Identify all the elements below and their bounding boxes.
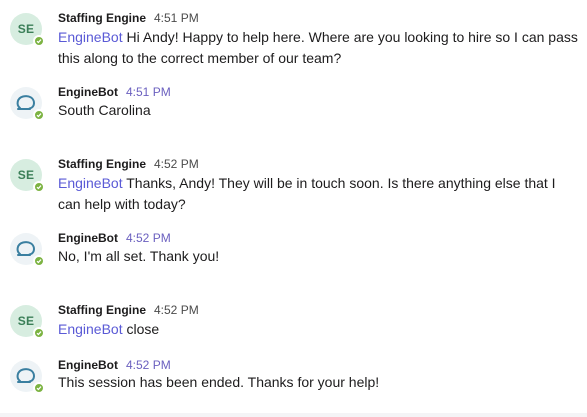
avatar[interactable] — [10, 87, 45, 121]
sender-name[interactable]: EngineBot — [58, 358, 118, 372]
message-body: Hi Andy! Happy to help here. Where are y… — [58, 29, 578, 66]
message-header: EngineBot 4:51 PM — [58, 85, 171, 99]
timestamp[interactable]: 4:51 PM — [126, 85, 171, 99]
message-text: EngineBot Hi Andy! Happy to help here. W… — [58, 27, 578, 69]
avatar[interactable]: SE — [10, 305, 45, 339]
avatar-initials: SE — [17, 22, 35, 36]
user-mention[interactable]: EngineBot — [58, 321, 123, 337]
sender-name[interactable]: EngineBot — [58, 231, 118, 245]
timestamp[interactable]: 4:52 PM — [154, 303, 199, 317]
online-check-icon — [33, 181, 45, 193]
avatar[interactable]: SE — [10, 13, 45, 47]
message-body: close — [126, 321, 160, 337]
timestamp[interactable]: 4:52 PM — [154, 157, 199, 171]
message-text: EngineBot Thanks, Andy! They will be in … — [58, 173, 578, 215]
timestamp[interactable]: 4:52 PM — [126, 358, 171, 372]
message-body: South Carolina — [58, 102, 151, 118]
avatar-initials: SE — [17, 314, 35, 328]
message-header: EngineBot 4:52 PM — [58, 231, 171, 245]
message-header: Staffing Engine 4:51 PM — [58, 11, 199, 25]
message-body: No, I'm all set. Thank you! — [58, 248, 220, 264]
avatar-initials: SE — [17, 168, 35, 182]
message-header: Staffing Engine 4:52 PM — [58, 303, 199, 317]
message-body: Thanks, Andy! They will be in touch soon… — [58, 175, 556, 212]
message-text: EngineBot close — [58, 319, 578, 340]
message-body: This session has been ended. Thanks for … — [58, 374, 380, 390]
online-check-icon — [33, 255, 45, 267]
sender-name[interactable]: Staffing Engine — [58, 303, 146, 317]
timestamp[interactable]: 4:51 PM — [154, 11, 199, 25]
message-text: No, I'm all set. Thank you! — [58, 246, 578, 267]
avatar[interactable] — [10, 233, 45, 267]
online-check-icon — [33, 109, 45, 121]
bottom-divider — [0, 413, 587, 417]
message-text: South Carolina — [58, 100, 578, 121]
message-text: This session has been ended. Thanks for … — [58, 372, 578, 393]
timestamp[interactable]: 4:52 PM — [126, 231, 171, 245]
sender-name[interactable]: EngineBot — [58, 85, 118, 99]
message-header: EngineBot 4:52 PM — [58, 358, 171, 372]
avatar[interactable]: SE — [10, 159, 45, 193]
user-mention[interactable]: EngineBot — [58, 175, 123, 191]
sender-name[interactable]: Staffing Engine — [58, 157, 146, 171]
online-check-icon — [33, 327, 45, 339]
online-check-icon — [33, 35, 45, 47]
online-check-icon — [33, 382, 45, 394]
avatar[interactable] — [10, 360, 45, 394]
user-mention[interactable]: EngineBot — [58, 29, 123, 45]
message-header: Staffing Engine 4:52 PM — [58, 157, 199, 171]
sender-name[interactable]: Staffing Engine — [58, 11, 146, 25]
